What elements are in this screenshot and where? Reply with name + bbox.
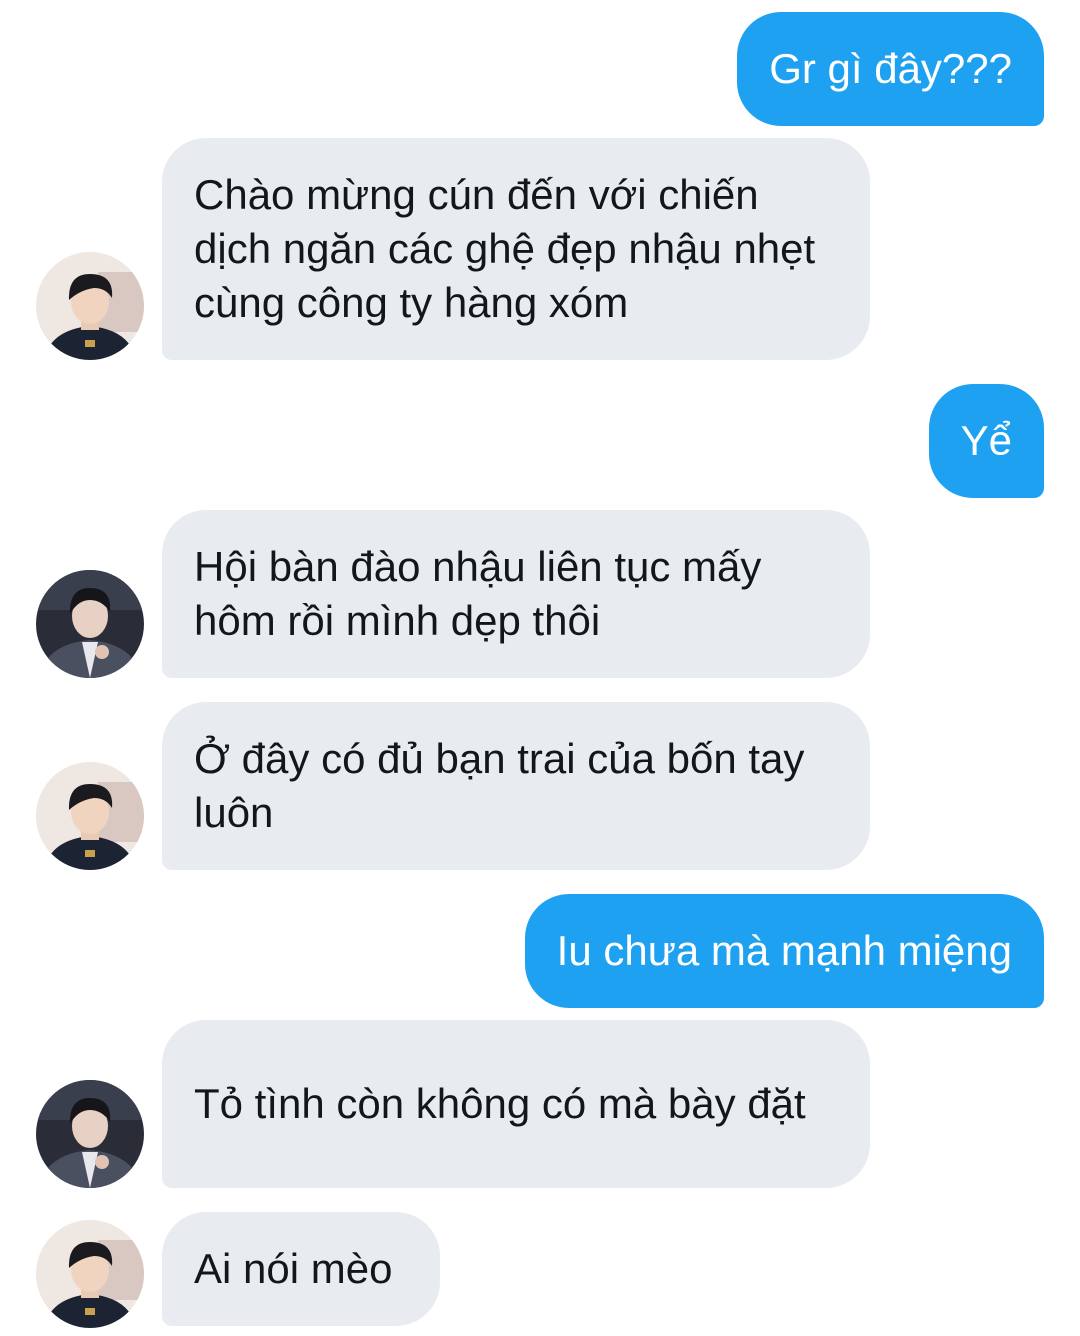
avatar[interactable]	[36, 252, 144, 360]
outgoing-message-bubble[interactable]: Gr gì đây???	[737, 12, 1044, 126]
incoming-message-bubble[interactable]: Ai nói mèo	[162, 1212, 440, 1326]
avatar[interactable]	[36, 1080, 144, 1188]
user-avatar-a-icon	[36, 1220, 144, 1328]
incoming-message-bubble[interactable]: Chào mừng cún đến với chiến dịch ngăn cá…	[162, 138, 870, 360]
message-text: Ai nói mèo	[194, 1245, 393, 1292]
avatar[interactable]	[36, 1220, 144, 1328]
incoming-message-bubble[interactable]: Tỏ tình còn không có mà bày đặt	[162, 1020, 870, 1188]
outgoing-message-bubble[interactable]: Yể	[928, 384, 1044, 498]
user-avatar-a-icon	[36, 252, 144, 360]
message-text: Chào mừng cún đến với chiến dịch ngăn cá…	[194, 171, 816, 326]
message-text: Yể	[960, 417, 1012, 464]
message-text: Ở đây có đủ bạn trai của bốn tay luôn	[194, 735, 805, 836]
incoming-message-bubble[interactable]: Ở đây có đủ bạn trai của bốn tay luôn	[162, 702, 870, 870]
message-text: Tỏ tình còn không có mà bày đặt	[194, 1080, 806, 1127]
outgoing-message-bubble[interactable]: Iu chưa mà mạnh miệng	[524, 894, 1044, 1008]
avatar[interactable]	[36, 762, 144, 870]
message-text: Hội bàn đào nhậu liên tục mấy hôm rồi mì…	[194, 543, 762, 644]
user-avatar-b-icon	[36, 1080, 144, 1188]
message-text: Gr gì đây???	[769, 45, 1012, 92]
user-avatar-a-icon	[36, 762, 144, 870]
user-avatar-b-icon	[36, 570, 144, 678]
avatar[interactable]	[36, 570, 144, 678]
message-text: Iu chưa mà mạnh miệng	[556, 927, 1012, 974]
incoming-message-bubble[interactable]: Hội bàn đào nhậu liên tục mấy hôm rồi mì…	[162, 510, 870, 678]
